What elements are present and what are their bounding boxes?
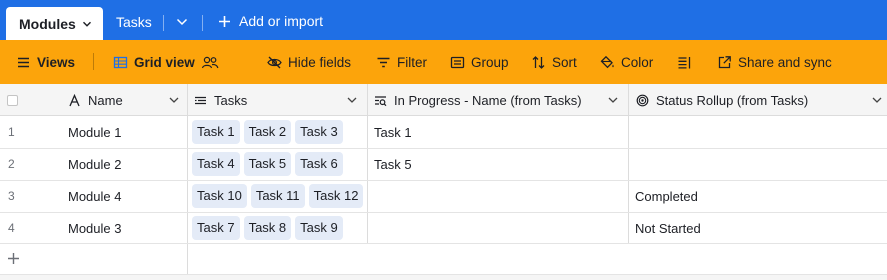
row-height-icon: [678, 56, 691, 69]
tasks-cell[interactable]: Task 7 Task 8 Task 9: [192, 216, 343, 240]
task-chip[interactable]: Task 4: [192, 152, 240, 176]
hamburger-icon: [18, 57, 29, 67]
task-chip[interactable]: Task 7: [192, 216, 240, 240]
tasks-cell[interactable]: Task 10 Task 11 Task 12: [192, 184, 364, 208]
chevron-down-icon[interactable]: [608, 96, 618, 104]
task-chip[interactable]: Task 11: [250, 184, 305, 208]
toolbar-divider: [93, 53, 94, 70]
color-button[interactable]: Color: [600, 40, 653, 84]
name-cell[interactable]: Module 1: [68, 125, 121, 140]
column-header-name-label: Name: [88, 92, 123, 108]
sort-icon: [532, 55, 545, 69]
column-header-name[interactable]: Name: [68, 84, 178, 116]
color-label: Color: [621, 54, 654, 70]
in-progress-cell[interactable]: Task 1: [374, 125, 412, 140]
grid-icon: [113, 56, 128, 68]
table-row[interactable]: 1 Module 1 Task 1 Task 2 Task 3 Task 1: [0, 116, 887, 148]
add-record-button[interactable]: [0, 244, 188, 276]
row-number: 1: [8, 125, 15, 139]
group-icon: [450, 56, 465, 68]
column-header-in-progress-label: In Progress - Name (from Tasks): [394, 92, 582, 108]
task-chip[interactable]: Task 12: [308, 184, 364, 208]
status-rollup-cell[interactable]: Completed: [635, 189, 698, 204]
grid-header-row: Name Tasks In Progress - Name (from Task…: [0, 84, 887, 116]
view-toolbar: Views Grid view Hide fields Filter Group…: [0, 40, 887, 84]
task-chip[interactable]: Task 3: [295, 120, 343, 144]
task-chip[interactable]: Task 10: [192, 184, 247, 208]
eye-slash-icon: [267, 56, 282, 68]
select-all-checkbox[interactable]: [7, 95, 18, 106]
table-tab-bar: Modules Tasks Add or import: [0, 0, 887, 40]
task-chip[interactable]: Task 2: [243, 120, 292, 144]
sort-button[interactable]: Sort: [531, 40, 577, 84]
add-or-import-button[interactable]: Add or import: [218, 13, 323, 29]
rollup-icon: [636, 94, 649, 106]
row-number: 4: [8, 221, 15, 235]
filter-label: Filter: [397, 54, 427, 70]
name-cell[interactable]: Module 4: [68, 189, 121, 204]
all-tables-chevron-icon[interactable]: [176, 17, 188, 27]
name-cell[interactable]: Module 2: [68, 157, 121, 172]
tasks-cell[interactable]: Task 4 Task 5 Task 6: [192, 152, 343, 176]
task-chip[interactable]: Task 9: [295, 216, 343, 240]
tab-divider: [202, 15, 203, 31]
column-header-tasks-label: Tasks: [214, 92, 248, 108]
task-chip[interactable]: Task 8: [243, 216, 292, 240]
tab-modules[interactable]: Modules: [6, 7, 103, 40]
external-link-icon: [718, 55, 731, 68]
grid-footer: [0, 274, 887, 280]
views-button[interactable]: Views: [16, 40, 75, 84]
grid-view-button[interactable]: Grid view: [113, 40, 219, 84]
column-header-status-rollup-label: Status Rollup (from Tasks): [656, 92, 809, 108]
tasks-cell[interactable]: Task 1 Task 2 Task 3: [192, 120, 343, 144]
tab-divider: [163, 15, 164, 31]
row-height-button[interactable]: [677, 40, 692, 84]
share-and-sync-label: Share and sync: [738, 54, 832, 70]
grid-view-label: Grid view: [134, 54, 195, 70]
filter-icon: [377, 57, 390, 67]
in-progress-cell[interactable]: Task 5: [374, 157, 412, 172]
share-and-sync-button[interactable]: Share and sync: [717, 40, 832, 84]
chevron-down-icon[interactable]: [82, 19, 92, 29]
filter-button[interactable]: Filter: [376, 40, 427, 84]
collaborators-icon: [201, 56, 219, 68]
group-label: Group: [471, 54, 509, 70]
lookup-icon: [375, 95, 387, 106]
chevron-down-icon[interactable]: [872, 96, 882, 104]
column-header-status-rollup[interactable]: Status Rollup (from Tasks): [636, 84, 876, 116]
plus-icon: [219, 15, 230, 27]
tab-tasks[interactable]: Tasks: [116, 14, 152, 30]
column-header-tasks[interactable]: Tasks: [194, 84, 354, 116]
tab-modules-label: Modules: [19, 15, 76, 32]
column-header-in-progress[interactable]: In Progress - Name (from Tasks): [374, 84, 620, 116]
views-label: Views: [37, 54, 76, 70]
row-number: 2: [8, 157, 15, 171]
add-or-import-label: Add or import: [239, 13, 324, 29]
row-number: 3: [8, 189, 15, 203]
table-row[interactable]: 4 Module 3 Task 7 Task 8 Task 9 Not Star…: [0, 212, 887, 244]
task-chip[interactable]: Task 6: [295, 152, 343, 176]
hide-fields-label: Hide fields: [288, 54, 352, 70]
hide-fields-button[interactable]: Hide fields: [267, 40, 351, 84]
table-row[interactable]: 2 Module 2 Task 4 Task 5 Task 6 Task 5: [0, 148, 887, 180]
group-button[interactable]: Group: [450, 40, 509, 84]
sort-label: Sort: [552, 54, 577, 70]
name-cell[interactable]: Module 3: [68, 221, 121, 236]
table-row[interactable]: 3 Module 4 Task 10 Task 11 Task 12 Compl…: [0, 180, 887, 212]
task-chip[interactable]: Task 5: [243, 152, 292, 176]
plus-icon: [8, 253, 19, 264]
task-chip[interactable]: Task 1: [192, 120, 240, 144]
linked-record-icon: [195, 96, 206, 104]
chevron-down-icon[interactable]: [347, 96, 357, 104]
status-rollup-cell[interactable]: Not Started: [635, 221, 701, 236]
text-field-icon: [69, 93, 80, 106]
paint-bucket-icon: [600, 55, 614, 68]
chevron-down-icon[interactable]: [169, 96, 179, 104]
